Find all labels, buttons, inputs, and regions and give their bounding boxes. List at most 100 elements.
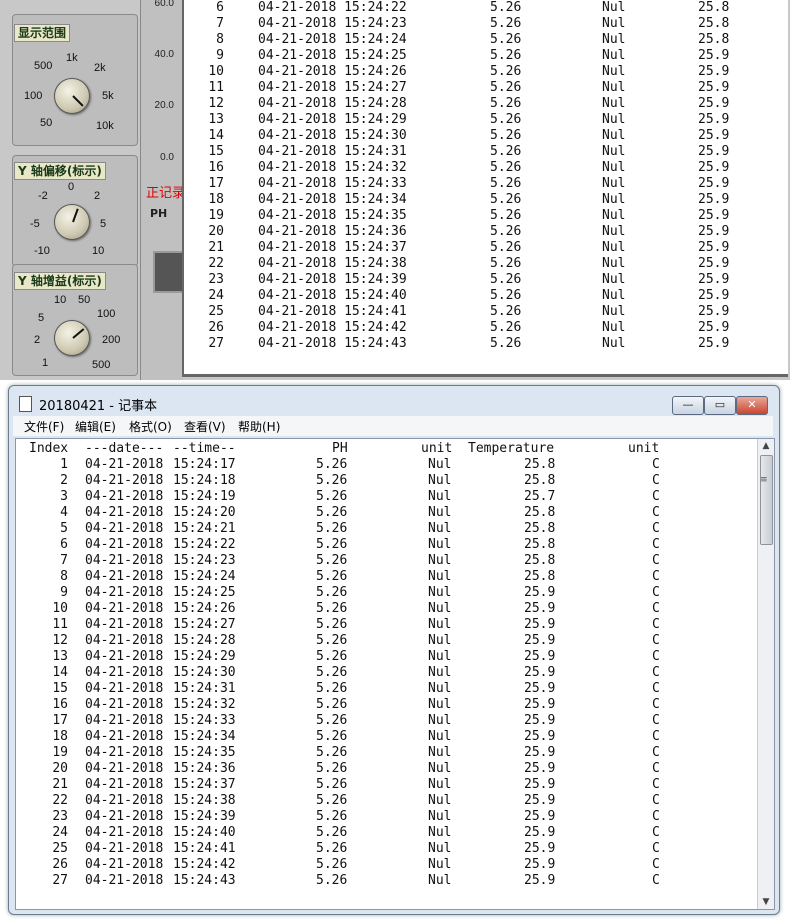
row-temperature: 25.8 xyxy=(698,32,730,47)
row-unit: Nul xyxy=(602,192,626,207)
row-datetime: 04-21-2018 15:24:40 xyxy=(258,288,407,303)
row-ph: 5.26 xyxy=(316,537,348,552)
display-range-label: 显示范围 xyxy=(14,24,71,42)
row-ph: 5.26 xyxy=(316,457,348,472)
row-temperature: 25.9 xyxy=(524,809,556,824)
row-temp-unit: C xyxy=(652,521,660,536)
row-index: 19 xyxy=(52,745,68,760)
table-row: 7 04-21-2018 15:24:23 5.26 Nul 25.8 C xyxy=(16,553,660,569)
row-temperature: 25.9 xyxy=(698,144,730,159)
row-unit: Nul xyxy=(428,857,452,872)
notepad-icon xyxy=(19,396,32,412)
row-temperature: 25.9 xyxy=(524,745,556,760)
menu-edit[interactable]: 编辑(E) xyxy=(75,418,116,435)
header-time: --time-- xyxy=(173,441,236,456)
row-ph: 5.26 xyxy=(316,729,348,744)
row-index: 7 xyxy=(216,16,224,31)
row-ph: 5.26 xyxy=(316,857,348,872)
row-date: 04-21-2018 xyxy=(85,777,164,792)
table-row: 20 04-21-2018 15:24:36 5.26 Nul 25.9 C xyxy=(16,761,659,777)
row-ph: 5.26 xyxy=(490,224,522,239)
row-date: 04-21-2018 xyxy=(85,617,164,632)
row-index: 23 xyxy=(52,809,68,824)
row-ph: 5.26 xyxy=(316,473,348,488)
row-time: 15:24:42 xyxy=(173,857,236,872)
row-temp-unit: C xyxy=(652,537,660,552)
table-row: 6 04-21-2018 15:24:22 5.26 Nul 25.8 C xyxy=(16,537,660,553)
row-time: 15:24:29 xyxy=(173,649,236,664)
menu-view[interactable]: 查看(V) xyxy=(184,418,226,435)
display-range-knob[interactable] xyxy=(54,78,90,114)
y-gain-knob[interactable] xyxy=(54,320,90,356)
close-button[interactable]: ✕ xyxy=(736,396,768,415)
row-time: 15:24:21 xyxy=(173,521,236,536)
row-ph: 5.26 xyxy=(316,569,348,584)
row-ph: 5.26 xyxy=(316,505,348,520)
row-datetime: 04-21-2018 15:24:35 xyxy=(258,208,407,223)
row-index: 27 xyxy=(52,873,68,888)
row-index: 3 xyxy=(60,489,68,504)
row-time: 15:24:31 xyxy=(173,681,236,696)
menu-help[interactable]: 帮助(H) xyxy=(238,418,280,435)
row-datetime: 04-21-2018 15:24:38 xyxy=(258,256,407,271)
menu-file[interactable]: 文件(F) xyxy=(24,418,64,435)
row-date: 04-21-2018 xyxy=(85,521,164,536)
knob-scale-label: 0 xyxy=(68,181,75,193)
minimize-button[interactable]: — xyxy=(672,396,704,415)
row-unit: Nul xyxy=(428,729,452,744)
row-ph: 5.26 xyxy=(490,288,522,303)
row-unit: Nul xyxy=(428,873,452,888)
row-temp-unit: C xyxy=(652,585,660,600)
row-date: 04-21-2018 xyxy=(85,825,164,840)
text-editor-area[interactable]: Index ---date--- --time-- PH unit Temper… xyxy=(15,438,775,910)
row-index: 24 xyxy=(208,288,224,303)
header-unit: unit xyxy=(421,441,453,456)
row-unit: Nul xyxy=(428,825,452,840)
row-date: 04-21-2018 xyxy=(85,649,164,664)
row-date: 04-21-2018 xyxy=(85,553,164,568)
row-temperature: 25.9 xyxy=(698,96,730,111)
table-row: 11 04-21-2018 15:24:27 5.26 Nul 25.9 C xyxy=(16,617,659,633)
row-temperature: 25.9 xyxy=(698,288,730,303)
row-temp-unit: C xyxy=(652,777,660,792)
row-ph: 5.26 xyxy=(490,32,522,47)
row-index: 27 xyxy=(208,336,224,351)
row-temperature: 25.8 xyxy=(698,0,730,15)
row-temperature: 25.9 xyxy=(698,304,730,319)
maximize-button[interactable]: ▭ xyxy=(704,396,736,415)
row-temperature: 25.9 xyxy=(698,256,730,271)
table-row: 18 04-21-2018 15:24:34 5.26 Nul 25.9 C xyxy=(16,729,659,745)
row-time: 15:24:40 xyxy=(173,825,236,840)
row-temperature: 25.9 xyxy=(698,64,730,79)
row-unit: Nul xyxy=(428,649,452,664)
row-temperature: 25.9 xyxy=(524,825,556,840)
table-row: 15 04-21-2018 15:24:31 5.26 Nul 25.9 C xyxy=(16,681,659,697)
row-ph: 5.26 xyxy=(316,489,348,504)
row-unit: Nul xyxy=(428,569,452,584)
title-bar[interactable]: 20180421 - 记事本 xyxy=(15,394,765,414)
row-unit: Nul xyxy=(602,288,626,303)
scroll-up-icon[interactable]: ▲ xyxy=(761,441,771,451)
scroll-thumb[interactable] xyxy=(760,455,773,545)
menu-format[interactable]: 格式(O) xyxy=(129,418,172,435)
row-time: 15:24:38 xyxy=(173,793,236,808)
row-temperature: 25.8 xyxy=(524,537,556,552)
row-ph: 5.26 xyxy=(490,176,522,191)
row-date: 04-21-2018 xyxy=(85,697,164,712)
row-datetime: 04-21-2018 15:24:26 xyxy=(258,64,407,79)
text-content: Index ---date--- --time-- PH unit Temper… xyxy=(16,441,660,889)
row-date: 04-21-2018 xyxy=(85,505,164,520)
row-unit: Nul xyxy=(602,304,626,319)
row-ph: 5.26 xyxy=(490,304,522,319)
scroll-down-icon[interactable]: ▼ xyxy=(761,897,771,907)
row-time: 15:24:34 xyxy=(173,729,236,744)
row-ph: 5.26 xyxy=(490,112,522,127)
row-temp-unit: C xyxy=(652,553,660,568)
row-temperature: 25.9 xyxy=(698,240,730,255)
row-date: 04-21-2018 xyxy=(85,569,164,584)
vertical-scrollbar[interactable]: ▲ ≡ ▼ xyxy=(757,439,774,909)
row-index: 21 xyxy=(208,240,224,255)
y-offset-knob[interactable] xyxy=(54,204,90,240)
row-unit: Nul xyxy=(428,521,452,536)
row-index: 19 xyxy=(208,208,224,223)
